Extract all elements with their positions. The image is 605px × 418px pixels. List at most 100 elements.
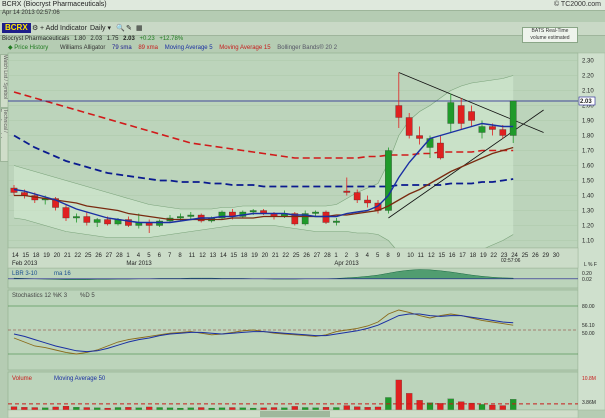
candle-body (83, 216, 91, 223)
candle-body (249, 210, 257, 213)
date-tick-label: 14 (12, 253, 19, 259)
candle-body (447, 102, 455, 124)
volume-bar (104, 407, 111, 411)
volume-bar (270, 407, 278, 411)
date-tick-label: 22 (282, 253, 289, 259)
date-tick-label: 27 (106, 253, 113, 259)
month-label: Apr 2013 (334, 261, 359, 267)
volume-bar (291, 406, 298, 411)
price-y-tick-label: 2.20 (582, 74, 594, 80)
candle-body (312, 211, 319, 214)
candle-body (426, 138, 434, 148)
candle-body (104, 219, 111, 225)
volume-bar (499, 405, 506, 411)
date-tick-label: 25 (522, 253, 529, 259)
lbr-y-tick: 0.02 (582, 277, 592, 283)
date-tick-label: 19 (480, 253, 487, 259)
candle-body (489, 126, 496, 130)
candle-body (499, 129, 507, 136)
date-tick-label: 10 (407, 253, 414, 259)
price-y-tick-label: 1.50 (582, 179, 594, 185)
candle-body (62, 207, 70, 219)
date-tick-label: 26 (303, 253, 310, 259)
month-label: Mar 2013 (126, 261, 152, 267)
price-y-tick-label: 1.70 (582, 149, 594, 155)
candle-body (509, 100, 517, 136)
date-tick-label: 26 (532, 253, 539, 259)
volume-bar (177, 407, 184, 411)
price-y-tick-label: 1.40 (582, 194, 594, 200)
chart-canvas[interactable]: 2.302.202.102.001.901.801.701.601.501.40… (0, 0, 605, 418)
volume-bar (229, 407, 236, 411)
date-tick-label: 25 (85, 253, 92, 259)
volume-bar (156, 407, 163, 411)
volume-bar (94, 407, 101, 411)
candle-body (364, 199, 371, 204)
date-tick-label: 22 (490, 253, 497, 259)
volume-bar (146, 406, 153, 411)
volume-bar (302, 407, 309, 411)
candle-body (405, 117, 413, 136)
volume-title: Volume (12, 376, 33, 382)
volume-bar (250, 407, 257, 411)
date-tick-label: 18 (33, 253, 40, 259)
volume-bar (312, 407, 319, 411)
stochastics-title: Stochastics 12 %K 3 (12, 293, 68, 299)
axis-options-label: L % F (584, 262, 597, 268)
candle-body (322, 211, 330, 223)
date-tick-label: 29 (542, 253, 549, 259)
volume-bar (187, 407, 194, 411)
candle-body (156, 220, 163, 226)
lbr-title: LBR 3-10 (12, 271, 38, 277)
candle-body (395, 105, 403, 118)
stochastics-subtitle: %D 5 (80, 293, 95, 299)
volume-bar (135, 407, 142, 411)
time-label: 02:57:06 (501, 258, 521, 264)
date-tick-label: 20 (262, 253, 269, 259)
date-tick-label: 27 (314, 253, 321, 259)
volume-bar (125, 407, 132, 411)
candle-body (73, 216, 80, 219)
date-tick-label: 28 (324, 253, 331, 259)
volume-bar (478, 404, 486, 411)
volume-bar (114, 407, 122, 411)
candle-body (457, 105, 465, 124)
date-tick-label: 15 (22, 253, 29, 259)
date-tick-label: 19 (43, 253, 50, 259)
price-y-tick-label: 2.30 (582, 59, 594, 65)
volume-bar (354, 406, 361, 411)
volume-bar (260, 407, 267, 411)
scrollbar-thumb[interactable] (260, 411, 330, 417)
stochastics-y-tick: 80.00 (582, 304, 595, 310)
price-y-tick-label: 2.10 (582, 89, 594, 95)
date-tick-label: 18 (241, 253, 248, 259)
volume-subtitle: Moving Average 50 (54, 376, 106, 382)
date-tick-label: 25 (293, 253, 300, 259)
date-tick-label: 22 (74, 253, 81, 259)
candle-body (478, 126, 486, 133)
volume-bar (489, 404, 496, 411)
candle-body (437, 142, 444, 159)
candle-body (333, 220, 340, 223)
price-y-tick-label: 1.30 (582, 209, 594, 215)
date-tick-label: 28 (116, 253, 123, 259)
volume-bar (416, 400, 423, 411)
volume-bar (10, 406, 18, 411)
volume-bar (374, 406, 382, 411)
date-tick-label: 21 (272, 253, 279, 259)
candle-body (343, 190, 351, 193)
month-label: Feb 2013 (12, 261, 38, 267)
volume-bar (31, 407, 38, 411)
candle-body (93, 219, 101, 223)
price-y-tick-label: 1.80 (582, 134, 594, 140)
volume-bar (83, 407, 90, 411)
date-tick-label: 15 (230, 253, 237, 259)
date-tick-label: 16 (449, 253, 456, 259)
date-tick-label: 13 (210, 253, 217, 259)
stochastics-y-tick: 56.10 (582, 323, 595, 329)
date-tick-label: 21 (64, 253, 71, 259)
volume-bar (73, 407, 80, 411)
volume-bar (52, 406, 59, 411)
volume-bar (21, 407, 28, 411)
date-tick-label: 12 (199, 253, 206, 259)
